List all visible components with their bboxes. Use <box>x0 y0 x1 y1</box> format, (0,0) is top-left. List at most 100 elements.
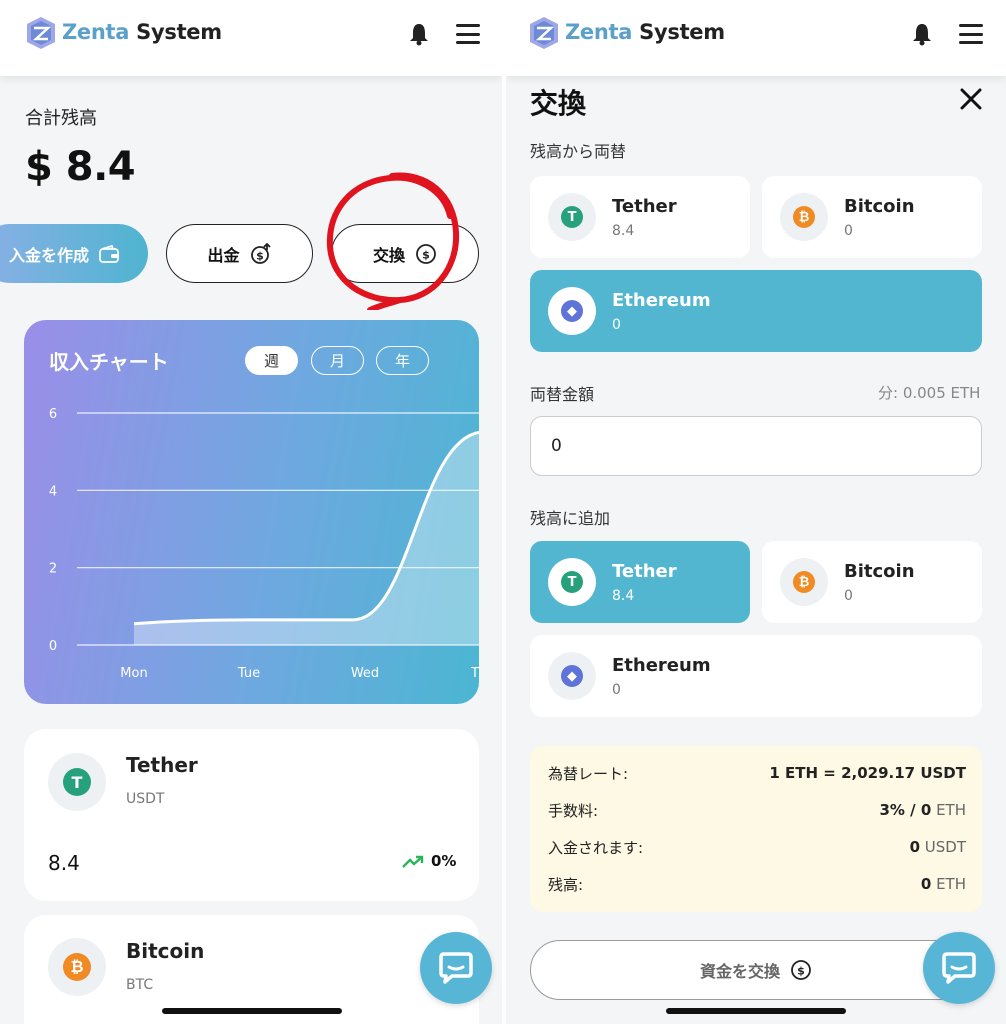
asset-change: 0% <box>431 852 457 870</box>
svg-text:$: $ <box>422 248 430 261</box>
exchange-amount-input[interactable] <box>530 416 982 476</box>
option-balance: 0 <box>612 317 621 333</box>
tether-icon: T <box>548 558 596 606</box>
fee-label: 手数料: <box>548 801 599 820</box>
option-balance: 8.4 <box>612 223 635 239</box>
y-tick-label: 2 <box>49 562 57 577</box>
withdraw-button[interactable]: 出金 $ <box>166 224 313 283</box>
x-tick-label: Mon <box>120 666 147 681</box>
credit-label: 入金されます: <box>548 838 644 857</box>
to-option-bitcoin[interactable]: ₿ Bitcoin 0 <box>762 541 982 623</box>
ethereum-icon: ◆ <box>548 652 596 700</box>
balance-label: 残高: <box>548 875 584 894</box>
create-deposit-button[interactable]: 入金を作成 <box>0 224 148 283</box>
tether-icon: T <box>48 753 106 811</box>
amount-label: 両替金額 <box>530 385 595 404</box>
bitcoin-icon: ₿ <box>48 938 106 996</box>
rate-row: 為替レート: 1 ETH = 2,029.17 USDT <box>548 762 966 784</box>
home-indicator <box>666 1008 846 1014</box>
from-option-tether[interactable]: T Tether 8.4 <box>530 176 750 258</box>
from-option-bitcoin[interactable]: ₿ Bitcoin 0 <box>762 176 982 258</box>
from-option-ethereum[interactable]: ◆ Ethereum 0 <box>530 270 982 352</box>
asset-name: Tether <box>126 753 198 777</box>
balance-row: 残高: 0 ETH <box>548 873 966 895</box>
to-option-tether[interactable]: T Tether 8.4 <box>530 541 750 623</box>
option-balance: 8.4 <box>612 588 635 604</box>
option-name: Bitcoin <box>844 561 915 582</box>
chat-bubble-icon <box>942 952 976 984</box>
zenta-logo-icon <box>27 17 55 49</box>
chat-support-button[interactable] <box>923 932 995 1004</box>
svg-text:$: $ <box>797 965 805 978</box>
option-balance: 0 <box>612 682 621 698</box>
x-tick-label: T <box>470 666 479 681</box>
hamburger-menu-icon[interactable] <box>959 24 983 44</box>
minimum-amount-hint: 分: 0.005 ETH <box>878 384 981 402</box>
home-indicator <box>162 1008 342 1014</box>
chat-support-button[interactable] <box>420 932 492 1004</box>
fee-row: 手数料: 3% / 0 ETH <box>548 799 966 821</box>
portfolio-screen: Zenta System 合計残高 $ 8.4 入金を作成 出金 $ 交換 $ <box>0 0 502 1024</box>
y-tick-label: 6 <box>49 407 57 422</box>
option-name: Ethereum <box>612 290 711 311</box>
x-tick-label: Wed <box>351 666 379 681</box>
from-balance-label: 残高から両替 <box>530 142 627 161</box>
balance-value: 0 ETH <box>920 875 966 893</box>
total-balance-value: $ 8.4 <box>25 144 136 190</box>
exchange-screen: Zenta System 交換 残高から両替 T Tether 8.4 ₿ Bi… <box>506 0 1006 1024</box>
option-name: Tether <box>612 561 677 582</box>
svg-text:$: $ <box>256 249 264 262</box>
close-icon[interactable] <box>960 88 982 110</box>
bell-icon[interactable] <box>408 22 430 46</box>
hamburger-menu-icon[interactable] <box>456 24 480 44</box>
zenta-logo-icon <box>530 17 558 49</box>
coin-up-icon: $ <box>250 242 271 264</box>
credit-row: 入金されます: 0 USDT <box>548 836 966 858</box>
swap-funds-button[interactable]: 資金を交換 $ <box>530 940 982 1000</box>
coin-exchange-icon: $ <box>416 243 436 264</box>
y-tick-label: 0 <box>49 639 57 654</box>
y-tick-label: 4 <box>49 484 57 499</box>
chat-bubble-icon <box>439 952 473 984</box>
asset-symbol: BTC <box>126 977 154 993</box>
brand-name: Zenta System <box>565 20 725 44</box>
wallet-icon <box>99 244 119 263</box>
coin-exchange-icon: $ <box>791 960 811 980</box>
app-header: Zenta System <box>0 0 502 76</box>
brand-name: Zenta System <box>62 20 222 44</box>
rate-value: 1 ETH = 2,029.17 USDT <box>769 764 966 782</box>
exchange-label: 交換 <box>372 245 405 265</box>
x-tick-label: Tue <box>237 666 260 681</box>
asset-symbol: USDT <box>126 791 165 807</box>
asset-name: Bitcoin <box>126 939 205 963</box>
withdraw-label: 出金 <box>207 245 240 265</box>
option-name: Ethereum <box>612 655 711 676</box>
ethereum-icon: ◆ <box>548 287 596 335</box>
exchange-summary-box: 為替レート: 1 ETH = 2,029.17 USDT 手数料: 3% / 0… <box>530 746 982 912</box>
option-balance: 0 <box>844 588 853 604</box>
bitcoin-icon: ₿ <box>780 558 828 606</box>
tether-icon: T <box>548 193 596 241</box>
to-option-ethereum[interactable]: ◆ Ethereum 0 <box>530 635 982 717</box>
total-balance-label: 合計残高 <box>25 108 97 129</box>
to-balance-label: 残高に追加 <box>530 509 611 528</box>
app-header: Zenta System <box>506 0 1006 76</box>
trend-up-icon <box>402 855 424 868</box>
credit-value: 0 USDT <box>909 838 966 856</box>
option-name: Tether <box>612 196 677 217</box>
asset-balance: 8.4 <box>48 851 80 875</box>
income-line-chart: 0 2 4 6 Mon Tue Wed T <box>49 407 479 681</box>
series-area <box>134 432 479 645</box>
rate-label: 為替レート: <box>548 764 629 783</box>
bell-icon[interactable] <box>911 22 933 46</box>
asset-card-tether[interactable]: T Tether USDT 8.4 0% <box>24 729 479 901</box>
swap-funds-label: 資金を交換 <box>699 962 780 981</box>
option-name: Bitcoin <box>844 196 915 217</box>
fee-value: 3% / 0 ETH <box>879 801 966 819</box>
income-chart-card: 収入チャート 週 月 年 0 2 4 6 Mon Tue Wed T <box>24 320 479 704</box>
exchange-button[interactable]: 交換 $ <box>331 224 479 283</box>
bitcoin-icon: ₿ <box>780 193 828 241</box>
create-deposit-label: 入金を作成 <box>8 245 89 265</box>
option-balance: 0 <box>844 223 853 239</box>
exchange-title: 交換 <box>530 87 587 120</box>
